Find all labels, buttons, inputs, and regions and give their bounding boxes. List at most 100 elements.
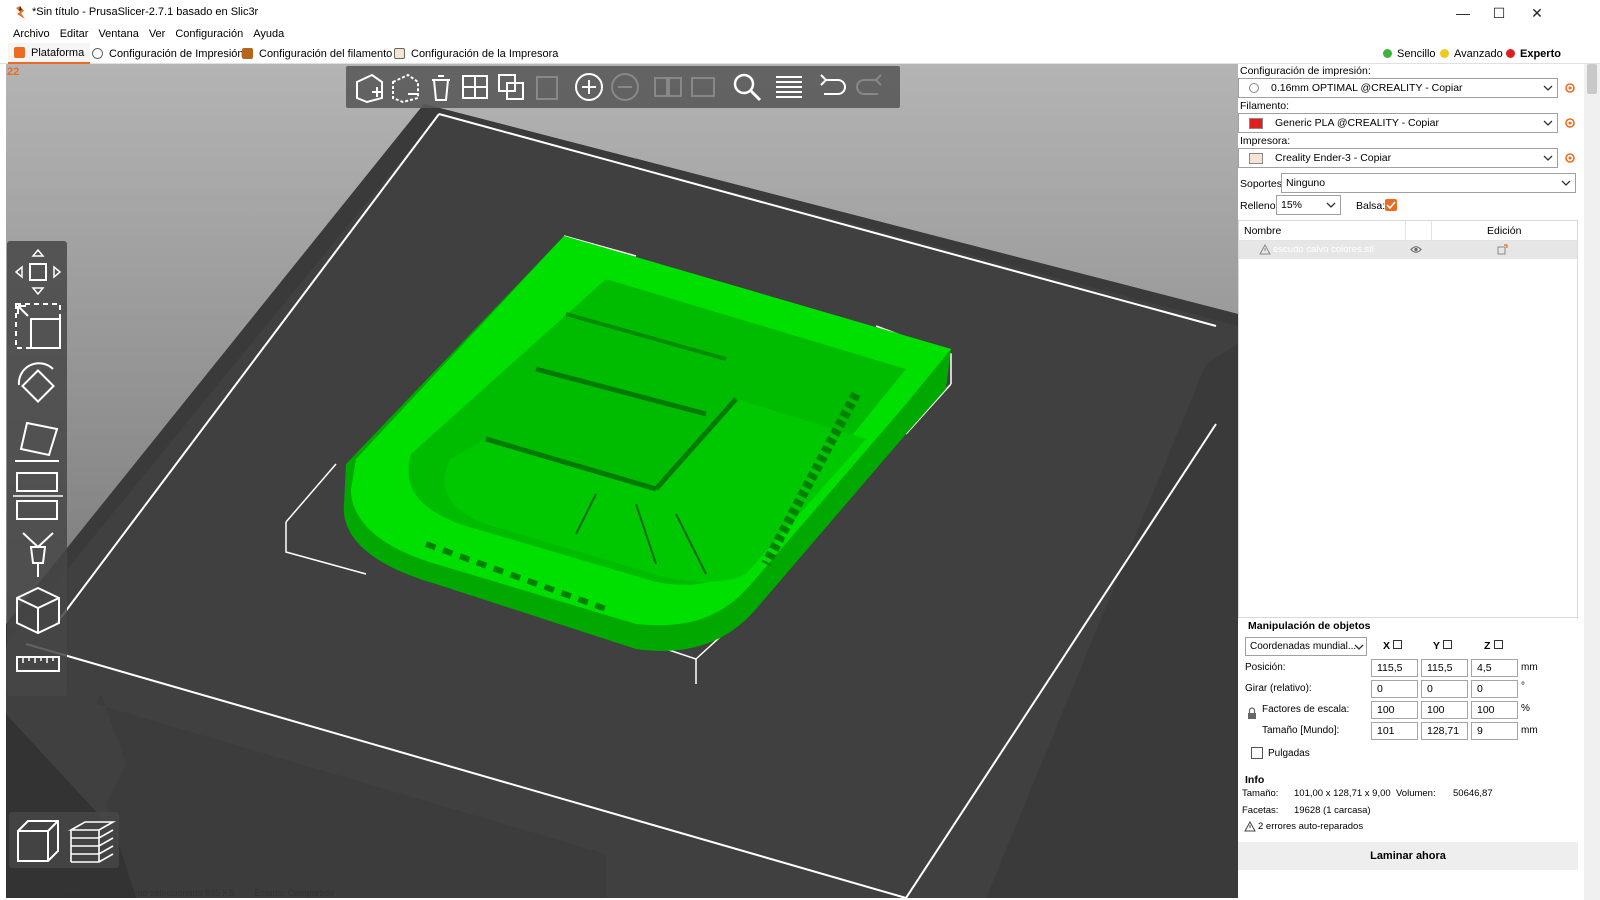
- coordinates-value: Coordenadas mundial...: [1250, 641, 1357, 652]
- printer-preset-settings-icon[interactable]: [1564, 152, 1576, 164]
- inches-checkbox[interactable]: [1251, 747, 1263, 759]
- position-x-field[interactable]: 115,5: [1371, 659, 1418, 677]
- cube-view-icon[interactable]: [13, 585, 63, 637]
- 3d-view-icon[interactable]: [13, 816, 63, 866]
- menu-editar[interactable]: Editar: [55, 26, 94, 44]
- column-edit[interactable]: Edición: [1487, 225, 1521, 237]
- add-instance-icon[interactable]: [572, 70, 606, 104]
- axis-x-label: X: [1383, 640, 1391, 652]
- size-y-field[interactable]: 128,71: [1421, 722, 1468, 740]
- scale-x-field[interactable]: 100: [1371, 701, 1418, 719]
- scale-unit: %: [1521, 703, 1530, 714]
- menu-archivo[interactable]: Archivo: [8, 26, 55, 44]
- gear-icon: [92, 48, 103, 59]
- gizmo-toolbar: [7, 241, 67, 696]
- info-facets-label: Facetas:: [1242, 805, 1279, 816]
- axis-z-label: Z: [1484, 640, 1491, 652]
- filament-preset-select[interactable]: Generic PLA @CREALITY - Copiar: [1238, 113, 1558, 133]
- measure-icon[interactable]: [13, 649, 63, 679]
- column-divider: [1431, 221, 1432, 241]
- 3d-viewport[interactable]: 22: [6, 64, 1238, 898]
- print-preset-settings-icon[interactable]: [1564, 82, 1576, 94]
- menu-ver[interactable]: Ver: [144, 26, 171, 44]
- info-errors: 2 errores auto-reparados: [1258, 821, 1364, 832]
- 3d-scene[interactable]: [6, 64, 1238, 898]
- search-icon[interactable]: [730, 70, 764, 104]
- axis-y-icon: [1443, 640, 1452, 649]
- split-objects-icon[interactable]: [650, 70, 684, 104]
- mode-advanced-label: Avanzado: [1454, 47, 1503, 60]
- gear-icon: [1249, 83, 1259, 93]
- delete-all-icon[interactable]: [424, 70, 458, 104]
- print-preset-select[interactable]: 0.16mm OPTIMAL @CREALITY - Copiar: [1238, 78, 1558, 98]
- paint-brush-icon[interactable]: [13, 529, 63, 581]
- layers-editing-icon[interactable]: [772, 70, 806, 104]
- rotate-z-field[interactable]: 0: [1471, 680, 1518, 698]
- scale-z-field[interactable]: 100: [1471, 701, 1518, 719]
- mode-advanced[interactable]: Avanzado: [1440, 43, 1503, 64]
- filament-preset-value: Generic PLA @CREALITY - Copiar: [1275, 117, 1439, 129]
- filament-preset-settings-icon[interactable]: [1564, 117, 1576, 129]
- delete-object-icon[interactable]: [388, 70, 422, 104]
- mode-simple[interactable]: Sencillo: [1383, 43, 1436, 64]
- rotate-x-field[interactable]: 0: [1371, 680, 1418, 698]
- arrange-icon[interactable]: [458, 70, 492, 104]
- coordinates-select[interactable]: Coordenadas mundial...: [1245, 637, 1367, 656]
- manipulation-title: Manipulación de objetos: [1248, 620, 1371, 632]
- cut-icon[interactable]: [13, 469, 63, 525]
- object-list-item[interactable]: escudo calvo colores.stl: [1239, 241, 1577, 259]
- printer-label: Impresora:: [1240, 135, 1291, 147]
- tab-filament-settings[interactable]: Configuración del filamento: [236, 43, 398, 64]
- column-name[interactable]: Nombre: [1244, 225, 1281, 237]
- menu-ayuda[interactable]: Ayuda: [248, 26, 289, 44]
- copy-icon[interactable]: [494, 70, 528, 104]
- paste-icon[interactable]: [530, 70, 564, 104]
- preview-layers-icon[interactable]: [67, 816, 117, 866]
- axis-x-icon: [1393, 640, 1402, 649]
- brim-checkbox[interactable]: [1385, 199, 1397, 211]
- rotate-icon[interactable]: [13, 359, 63, 411]
- tab-printer-settings[interactable]: Configuración de la Impresora: [388, 43, 564, 64]
- place-on-face-icon[interactable]: [13, 415, 63, 467]
- slice-now-button[interactable]: Laminar ahora: [1238, 842, 1578, 870]
- size-z-field[interactable]: 9: [1471, 722, 1518, 740]
- position-y-field[interactable]: 115,5: [1421, 659, 1468, 677]
- edit-icon[interactable]: [1497, 244, 1508, 255]
- rotate-unit: °: [1521, 681, 1525, 692]
- remove-instance-icon[interactable]: [608, 70, 642, 104]
- close-button[interactable]: ✕: [1514, 0, 1560, 26]
- scrollbar-thumb[interactable]: [1587, 64, 1597, 94]
- eye-icon[interactable]: [1410, 245, 1422, 254]
- undo-icon[interactable]: [816, 70, 850, 104]
- position-z-field[interactable]: 4,5: [1471, 659, 1518, 677]
- view-selector: [9, 812, 119, 868]
- scale-icon[interactable]: [13, 301, 63, 353]
- split-parts-icon[interactable]: [686, 70, 720, 104]
- tab-plater[interactable]: Plataforma: [8, 43, 91, 64]
- supports-label: Soportes:: [1240, 178, 1285, 190]
- position-label: Posición:: [1245, 662, 1286, 673]
- filament-color-swatch: [1249, 117, 1263, 129]
- title-bar: *Sin título - PrusaSlicer-2.7.1 basado e…: [0, 0, 1600, 26]
- tab-print-settings[interactable]: Configuración de Impresión: [86, 43, 250, 64]
- scale-y-field[interactable]: 100: [1421, 701, 1468, 719]
- menu-configuracion[interactable]: Configuración: [170, 26, 248, 44]
- mode-advanced-dot-icon: [1440, 49, 1449, 58]
- object-manipulation-panel: Manipulación de objetos Coordenadas mund…: [1238, 616, 1584, 776]
- add-object-icon[interactable]: [352, 70, 386, 104]
- lock-icon[interactable]: [1247, 707, 1257, 720]
- info-size-value: 101,00 x 128,71 x 9,00: [1294, 788, 1391, 799]
- infill-select[interactable]: 15%: [1276, 195, 1341, 215]
- menu-ventana[interactable]: Ventana: [93, 26, 143, 44]
- printer-icon: [394, 48, 405, 59]
- checkmark-icon: [1386, 201, 1396, 210]
- supports-select[interactable]: Ninguno: [1281, 173, 1576, 193]
- mode-expert[interactable]: Experto: [1506, 43, 1561, 64]
- rotate-y-field[interactable]: 0: [1421, 680, 1468, 698]
- size-x-field[interactable]: 101: [1371, 722, 1418, 740]
- redo-icon[interactable]: [852, 70, 886, 104]
- move-icon[interactable]: [13, 247, 63, 297]
- printer-preset-select[interactable]: Creality Ender-3 - Copiar: [1238, 148, 1558, 168]
- status-selected: 1 elemento seleccionado 995 KB: [103, 888, 235, 898]
- sidebar-scrollbar[interactable]: [1584, 64, 1600, 900]
